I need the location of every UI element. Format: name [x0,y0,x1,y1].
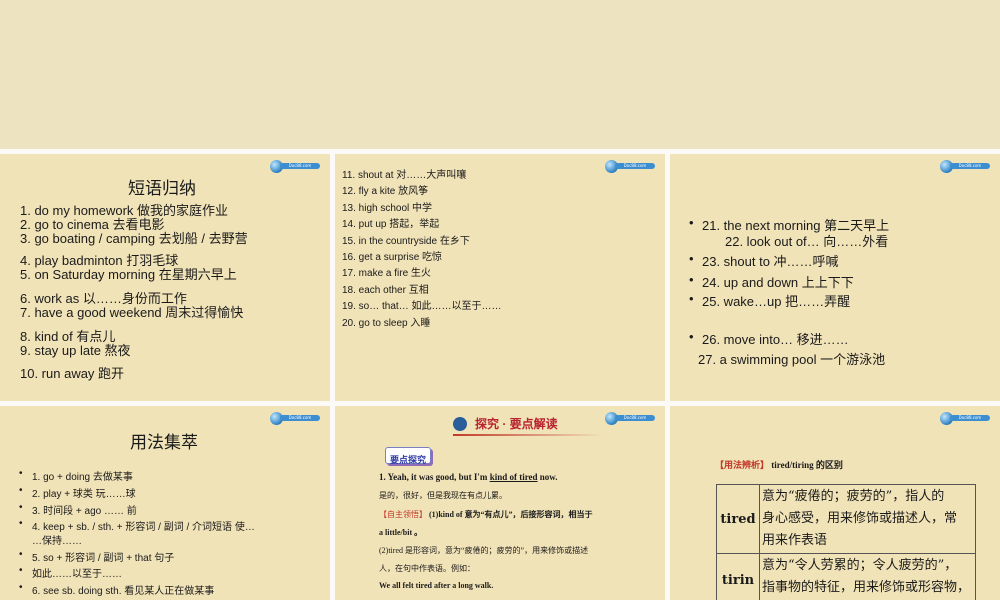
slide-phrases-2[interactable]: Doc88.com 11. shout at 对……大声叫嚷 12. fly a… [335,154,665,401]
phrase-item: 11. shout at 对……大声叫嚷 [342,170,467,181]
desc-cell: 意为“疲倦的；疲劳的”，指人的 身心感受，用来修饰或描述人，常 用来作表语 [759,484,976,554]
doc88-logo: Doc88.com [270,160,320,173]
key-sentence: 1. Yeah, it was good, but I'm kind of ti… [379,472,558,482]
sentence-translation: 是的，很好，但是我现在有点儿累。 [379,491,507,500]
slide-divider [665,406,670,600]
desc-line: 指事物的特征，用来修饰或形容物， [762,580,971,595]
usage-item: 6. see sb. doing sth. 看见某人正在做某事 [19,582,214,597]
slide-usage-comparison[interactable]: Doc88.com 【用法辨析】 tired/tiring 的区别 tired … [670,406,1000,600]
phrase-item: 15. in the countryside 在乡下 [342,236,470,247]
word-cell: tirin [716,553,760,600]
comparison-table: tired 意为“疲倦的；疲劳的”，指人的 身心感受，用来修饰或描述人，常 用来… [716,484,976,600]
slide-usage[interactable]: Doc88.com 用法集萃 1. go + doing 去做某事 2. pla… [0,406,330,600]
key-point-tag-label: 要点探究 [390,455,427,465]
table-row: tirin 意为“令人劳累的；令人疲劳的”， 指事物的特征，用来修饰或形容物， [716,553,976,600]
note-1-cont: a little/bit 。 [379,528,423,537]
section-banner: 探究 · 要点解读 [453,415,603,439]
table-row: tired 意为“疲倦的；疲劳的”，指人的 身心感受，用来修饰或描述人，常 用来… [716,484,976,554]
note-tag: 【自主领悟】 [379,510,427,519]
phrase-item: 12. fly a kite 放风筝 [342,186,429,197]
phrase-item: 13. high school 中学 [342,203,433,214]
phrase-item: 5. on Saturday morning 在星期六早上 [20,267,237,282]
usage-item: 2. play + 球类 玩……球 [19,485,136,500]
doc88-logo: Doc88.com [605,412,655,425]
usage-item: 如此……以至于…… [19,565,122,580]
desc-line: 身心感受，用来修饰或描述人，常 [762,511,958,526]
desc-cell: 意为“令人劳累的；令人疲劳的”， 指事物的特征，用来修饰或形容物， [759,553,976,600]
slide-divider [330,406,335,600]
phrase-item: 24. up and down 上上下下 [689,272,854,291]
phrase-item: 16. get a surprise 吃惊 [342,252,443,263]
usage-item: 4. keep + sb. / sth. + 形容词 / 副词 / 介词短语 使… [19,518,255,533]
desc-line: 意为“疲倦的；疲劳的”，指人的 [762,489,945,504]
heading-text: tired/tiring 的区别 [769,460,843,470]
doc88-logo: Doc88.com [940,412,990,425]
key-sentence-part: 1. Yeah, it was good, but I'm [379,472,490,482]
phrase-item: 3. go boating / camping 去划船 / 去野营 [20,231,248,246]
phrase-item: 14. put up 搭起，举起 [342,219,440,230]
doc88-logo: Doc88.com [605,160,655,173]
usage-item: 5. so + 形容词 / 副词 + that 句子 [19,549,174,564]
slide-phrases-3[interactable]: Doc88.com 21. the next morning 第二天早上 22.… [670,154,1000,401]
example-sentence: We all felt tired after a long walk. [379,581,494,590]
phrase-item: 19. so… that… 如此……以至于…… [342,301,502,312]
note-text: (1)kind of 意为“有点儿”，后接形容词，相当于 [427,510,593,519]
comparison-heading: 【用法辨析】 tired/tiring 的区别 [715,458,843,471]
heading-tag: 【用法辨析】 [715,460,770,470]
phrase-item: 10. run away 跑开 [20,366,125,381]
phrase-item: 9. stay up late 熬夜 [20,343,131,358]
desc-line: 意为“令人劳累的；令人疲劳的”， [762,558,958,573]
desc-line: 用来作表语 [762,533,828,548]
slide-divider [665,154,670,401]
note-2: (2)tired 是形容词，意为“疲倦的；疲劳的”，用来修饰或描述 [379,546,589,555]
usage-item: …保持…… [32,536,82,547]
phrase-item: 26. move into… 移进…… [689,329,849,348]
key-point-tag: 要点探究 [385,447,432,465]
slide-phrases-1[interactable]: Doc88.com 短语归纳 1. do my homework 做我的家庭作业… [0,154,330,401]
slide-title: 短语归纳 [128,179,196,199]
slide-key-points[interactable]: Doc88.com 探究 · 要点解读 要点探究 1. Yeah, it was… [335,406,665,600]
phrase-item: 23. shout to 冲……呼喊 [689,251,839,270]
note-2-cont: 人，在句中作表语。例如： [379,564,475,573]
note-1: 【自主领悟】 (1)kind of 意为“有点儿”，后接形容词，相当于 [379,509,593,520]
word-cell: tired [716,484,760,554]
usage-item: 1. go + doing 去做某事 [19,468,133,483]
key-phrase: kind of tired [489,472,538,482]
graduation-cap-icon [453,417,467,431]
key-sentence-part: now. [537,472,558,482]
phrase-item: 18. each other 互相 [342,285,429,296]
banner-title: 探究 · 要点解读 [475,417,558,431]
phrase-item: 7. have a good weekend 周末过得愉快 [20,305,244,320]
doc88-logo: Doc88.com [270,412,320,425]
banner-underline [453,434,603,436]
phrase-item: 17. make a fire 生火 [342,268,431,279]
phrase-item: 25. wake…up 把……弄醒 [689,291,850,310]
slide-divider [330,154,335,401]
doc88-logo: Doc88.com [940,160,990,173]
phrase-item: 27. a swimming pool 一个游泳池 [698,352,886,367]
usage-item: 3. 时间段 + ago …… 前 [19,502,137,517]
phrase-item: 22. look out of… 向……外看 [725,234,889,249]
phrase-item: 20. go to sleep 入睡 [342,318,431,329]
slide-title: 用法集萃 [130,433,198,453]
